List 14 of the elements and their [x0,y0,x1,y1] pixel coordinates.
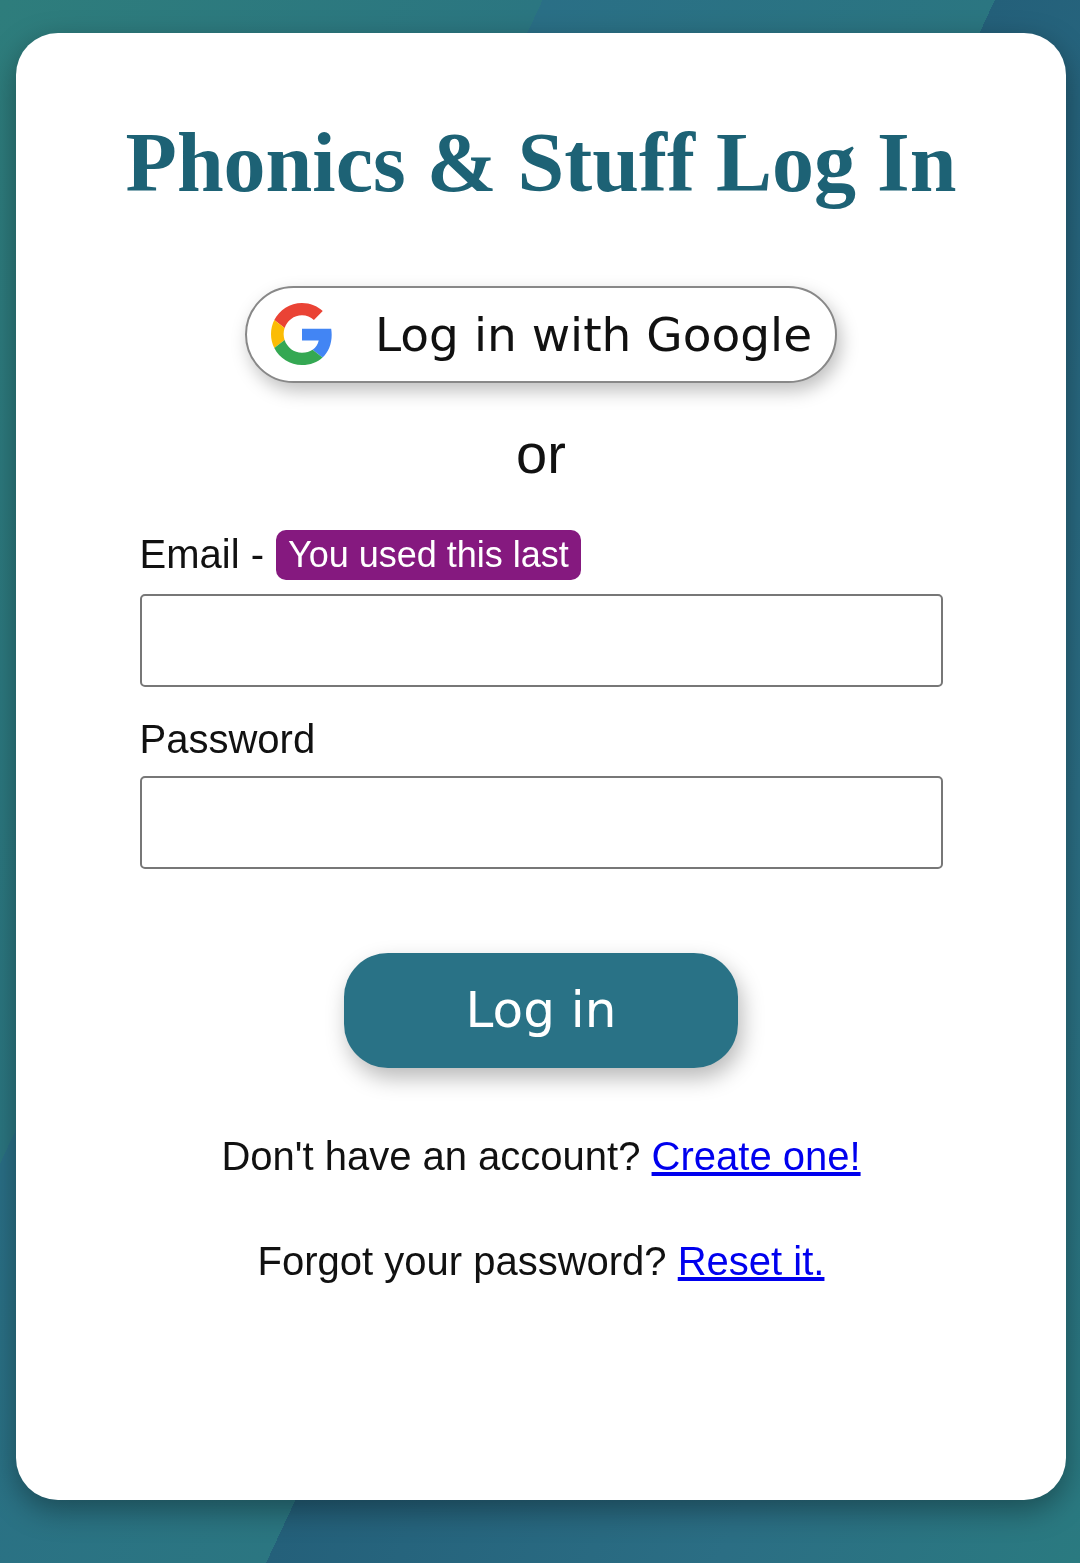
text-link[interactable]: Create one! [651,1133,861,1178]
g-icon [271,303,333,366]
page-title: Phonics & Stuff Log In [125,115,957,211]
separator-text: or [516,420,566,486]
login-button[interactable]: Log in [344,952,738,1068]
field-label: Email - [139,532,264,578]
input-field[interactable] [139,775,943,869]
text-link[interactable]: Reset it. [677,1238,825,1283]
google-login-button[interactable]: Log in with Google [245,285,837,383]
input-field[interactable] [139,593,943,687]
help-text: Forgot your password? Reset it. [257,1238,825,1284]
field-label: Password [139,716,316,762]
help-text: Don't have an account? Create one! [221,1133,861,1179]
last-used-badge: You used this last [275,529,581,580]
